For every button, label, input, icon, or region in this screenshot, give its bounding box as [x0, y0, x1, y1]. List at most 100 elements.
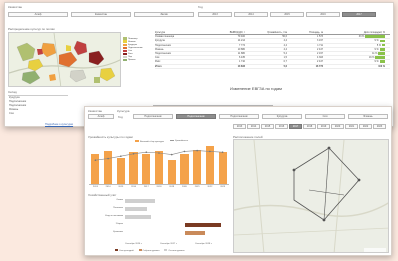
table-cell: 100 %: [378, 64, 385, 68]
region-select[interactable]: Алеф: [88, 114, 114, 119]
year-button[interactable]: 2019: [317, 124, 330, 129]
footer-legend: Сев культурой Собрано урожая Остаток уро…: [115, 249, 185, 252]
share-label: 5 %: [376, 43, 381, 47]
region-input-1[interactable]: Алеф: [8, 12, 68, 17]
x-tick-label: 2017: [143, 186, 149, 188]
timeline-bar[interactable]: [125, 215, 151, 219]
legend-label: Рапс: [128, 53, 133, 56]
year-button[interactable]: 2015: [261, 124, 274, 129]
crops-table: Культура ВЫВОД ДО, т Урожайность, т/га П…: [155, 31, 390, 69]
share-cell: 9 %: [323, 60, 385, 63]
legend-label: Собрано урожая: [142, 250, 160, 252]
year-strip: 2013 2014 2015 2016 2017 2018 2019 2020 …: [233, 124, 389, 130]
legend-swatch: [138, 249, 142, 251]
region-input-3[interactable]: Залив: [134, 12, 194, 17]
yield-point[interactable]: [183, 150, 186, 153]
legend-swatch: [123, 40, 127, 43]
fields-map[interactable]: [233, 139, 389, 253]
year-button[interactable]: 2018: [303, 124, 316, 129]
yield-point[interactable]: [221, 151, 224, 153]
x-tick-label: 2019: [169, 186, 175, 188]
year-button[interactable]: 2014: [234, 12, 268, 17]
year-button[interactable]: 2023: [373, 124, 386, 129]
yield-line: [95, 150, 223, 161]
footer-legend-item: Остаток урожая: [164, 249, 185, 252]
table-cell: 4,4: [283, 43, 287, 47]
hbar-tick: Сентябрь 2018 г.: [195, 243, 213, 245]
list-item[interactable]: Соя: [8, 112, 68, 116]
yield-point[interactable]: [209, 150, 211, 153]
table-cell: 4,4: [283, 47, 287, 51]
table-cell: Рапс: [155, 60, 161, 64]
x-tick-label: 2013: [92, 186, 98, 188]
crop-button-selected[interactable]: Подсолнечник: [176, 114, 216, 119]
yield-point[interactable]: [170, 153, 173, 156]
yield-point[interactable]: [120, 155, 122, 157]
table-cell: 79 400: [237, 35, 245, 39]
hbar-tick: Сентябрь 2017 г.: [160, 243, 178, 245]
year-button[interactable]: 2015: [270, 12, 304, 17]
legend-swatch: [169, 140, 174, 141]
year-button[interactable]: 2020: [331, 124, 344, 129]
legend-swatch: [164, 249, 168, 251]
year-button[interactable]: 2013: [233, 124, 246, 129]
yield-legend-item: Валовой сбор культуры: [135, 140, 164, 143]
year-button[interactable]: 2016: [306, 12, 340, 17]
share-label: 9 %: [374, 39, 379, 43]
timeline-bar[interactable]: [125, 207, 147, 211]
col-header: Доля площадей, %: [363, 31, 385, 35]
share-cell: 11 %: [323, 52, 385, 55]
table-cell: Подсолнечник: [155, 52, 171, 56]
yield-x-axis: 2013 2014 2015 2016 2017 2018 2019 2020 2021 2022…: [89, 186, 229, 190]
table-cell: Ячмень: [155, 47, 164, 51]
yield-point[interactable]: [107, 157, 109, 160]
year-button[interactable]: 2022: [359, 124, 372, 129]
crop-map[interactable]: [8, 32, 121, 87]
year-button-selected[interactable]: 2017: [289, 124, 302, 129]
year-button[interactable]: 2014: [247, 124, 260, 129]
table-cell: Кукуруза: [155, 39, 165, 43]
crop-button[interactable]: Соя: [305, 114, 345, 119]
crop-button[interactable]: Кукуруза: [262, 114, 302, 119]
hbar-label: Посевная: [113, 207, 123, 209]
timeline-bar[interactable]: [125, 199, 155, 203]
crop-button[interactable]: Ячмень: [348, 114, 388, 119]
share-cell: 9 %: [323, 39, 385, 42]
yield-point[interactable]: [196, 149, 198, 152]
yield-legend-item: Урожайность: [169, 140, 189, 143]
table-cell: Итого: [155, 64, 162, 68]
region-input-2[interactable]: Казахстан: [71, 12, 131, 17]
map-details-link[interactable]: Подробнее о культурах: [45, 123, 73, 126]
crop-button[interactable]: Подсолнечник: [133, 114, 173, 119]
x-tick-label: 2020: [182, 186, 187, 188]
share-bar: [379, 60, 385, 64]
yield-point[interactable]: [145, 151, 148, 153]
hbar-label: Хранение: [113, 231, 123, 233]
year-button[interactable]: 2013: [198, 12, 232, 17]
yield-point[interactable]: [132, 153, 135, 155]
share-cell: 5 %: [323, 44, 385, 47]
yield-point[interactable]: [158, 152, 160, 154]
legend-label: Остаток урожая: [168, 250, 185, 252]
fields-map-graphic: [234, 140, 388, 252]
hbar-tick: Сентябрь 2016 г.: [125, 243, 143, 245]
timeline-bar[interactable]: [185, 231, 205, 235]
period-label: Год: [118, 115, 123, 119]
legend-label: Соя: [128, 49, 132, 52]
share-label: 9 %: [374, 47, 379, 51]
share-label: 16 %: [368, 56, 375, 60]
table-cell: 5,6: [283, 64, 287, 68]
year-button[interactable]: 2021: [345, 124, 358, 129]
legend-label: Пшеница: [128, 37, 138, 40]
legend-label: Прочее: [128, 59, 136, 62]
table-cell: Соя: [155, 56, 160, 60]
year-button-selected[interactable]: 2017: [342, 12, 376, 17]
yield-point[interactable]: [94, 159, 97, 161]
legend-swatch: [123, 46, 127, 50]
table-cell: 11 880: [237, 52, 245, 56]
year-button[interactable]: 2016: [275, 124, 288, 129]
share-label: 9 %: [374, 60, 379, 64]
crop-button[interactable]: Подсолнечник: [219, 114, 259, 119]
legend-label: Урожайность: [174, 140, 189, 142]
timeline-bar[interactable]: [185, 223, 221, 227]
